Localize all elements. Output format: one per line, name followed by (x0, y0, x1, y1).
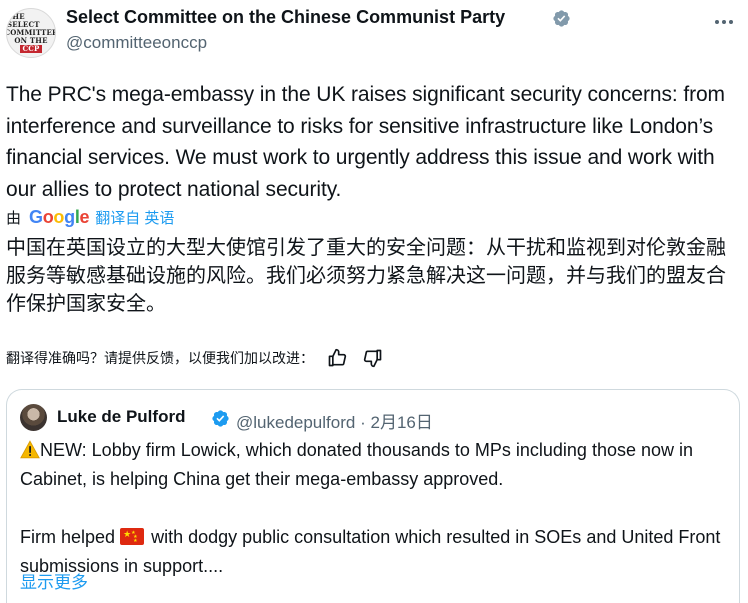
quote-paragraph: Firm helped ★ ★ ★ ★ with dodgy public consu… (20, 523, 732, 581)
avatar-line: CCP (20, 44, 42, 53)
author-name[interactable]: Select Committee on the Chinese Communis… (66, 7, 505, 28)
quote-text: NEW: Lobby firm Lowick, which donated th… (20, 436, 732, 581)
quote-meta: @lukedepulford · 2月16日 (236, 408, 433, 433)
thumbs-up-icon[interactable] (324, 346, 350, 370)
tweet-text: The PRC's mega-embassy in the UK raises … (6, 83, 725, 201)
quote-line-2-start: Firm helped (20, 527, 116, 547)
author-handle[interactable]: @committeeonccp (66, 33, 207, 53)
quote-line-1: NEW: Lobby firm Lowick, which donated th… (20, 440, 694, 489)
quote-paragraph: NEW: Lobby firm Lowick, which donated th… (20, 436, 732, 494)
quote-author-handle[interactable]: @lukedepulford (236, 413, 355, 432)
translated-from-link[interactable]: 翻译自 英语 (95, 207, 174, 228)
thumbs-down-icon[interactable] (360, 346, 386, 370)
more-options-icon[interactable] (712, 10, 736, 34)
quote-date[interactable]: 2月16日 (370, 413, 432, 432)
translated-text: 中国在英国设立的大型大使馆引发了重大的安全问题：从干扰和监视到对伦敦金融服务等敏… (6, 237, 726, 315)
translation-feedback: 翻译得准确吗？请提供反馈，以便我们加以改进： (6, 346, 386, 370)
show-more-link[interactable]: 显示更多 (20, 568, 88, 593)
translation-attribution: 由 Google 翻译自 英语 (6, 206, 174, 228)
avatar-line: THE SELECT (7, 12, 40, 29)
author-avatar[interactable]: THE SELECT COMMITTEE ON THE CCP (6, 8, 56, 58)
verified-badge-icon (553, 10, 570, 27)
meta-separator: · (360, 413, 366, 432)
quote-author-name[interactable]: Luke de Pulford (57, 407, 185, 427)
tweet-header: THE SELECT COMMITTEE ON THE CCP Select C… (0, 0, 748, 70)
verified-badge-icon (212, 410, 229, 427)
google-logo: Google (29, 206, 90, 227)
quoted-tweet[interactable]: Luke de Pulford @lukedepulford · 2月16日 N… (6, 389, 740, 603)
quote-author-avatar[interactable] (20, 404, 47, 431)
warning-icon (20, 440, 40, 459)
china-flag-icon: ★ ★ ★ ★ (120, 528, 145, 545)
translated-by-label: 由 (6, 209, 22, 227)
feedback-prompt: 翻译得准确吗？请提供反馈，以便我们加以改进： (6, 350, 314, 366)
